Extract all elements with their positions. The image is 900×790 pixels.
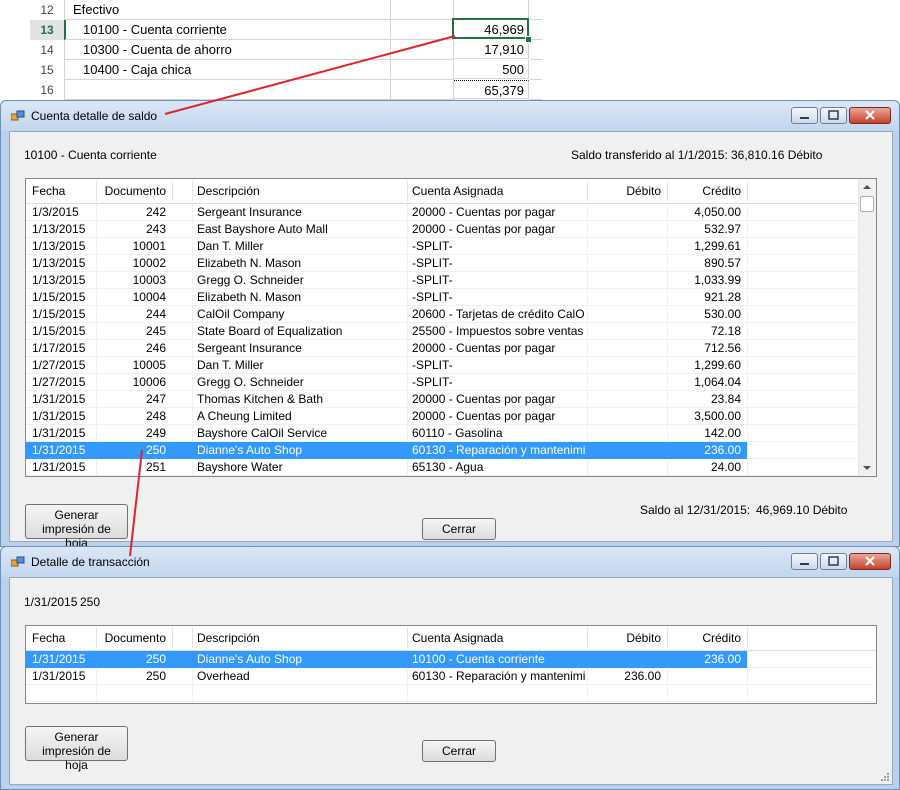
annotation-arrow-1 — [164, 35, 456, 115]
annotation-arrow-2 — [129, 449, 143, 557]
annotation-arrows — [129, 35, 456, 557]
